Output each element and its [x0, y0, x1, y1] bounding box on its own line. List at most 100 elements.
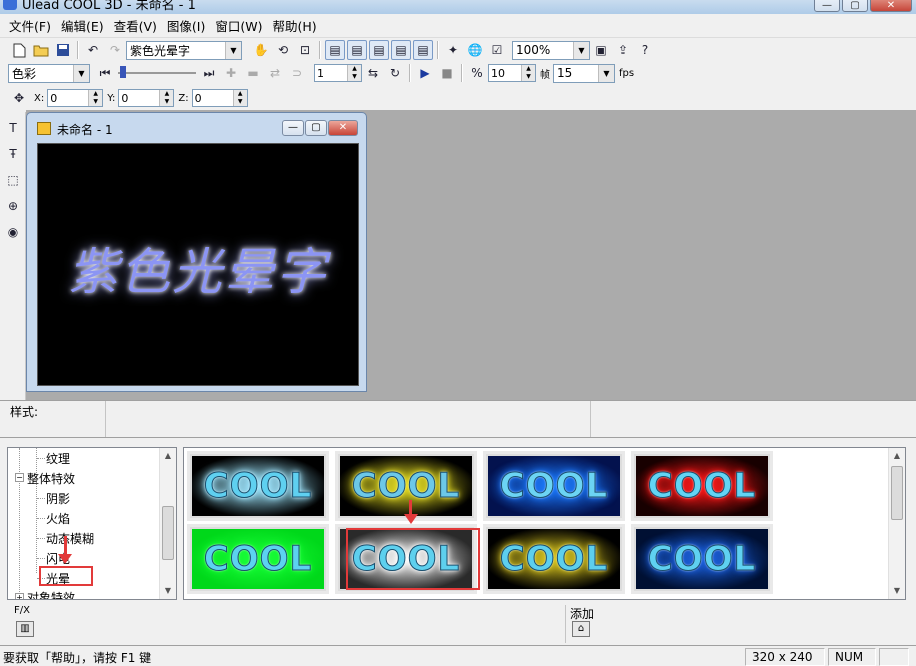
glow-thumb-5[interactable]: COOL: [187, 524, 329, 594]
fps-select[interactable]: 15 ▼: [553, 63, 615, 83]
redo-icon[interactable]: ↷: [105, 40, 125, 60]
align-bottom-icon[interactable]: ▤: [369, 40, 389, 60]
frames-spinner[interactable]: 10 ▲ ▼: [488, 64, 536, 82]
menu-edit[interactable]: 编辑(E): [56, 16, 109, 35]
undo-icon[interactable]: ↶: [83, 40, 103, 60]
glow-thumb-8[interactable]: COOL: [631, 524, 773, 594]
reverse-icon[interactable]: ⇄: [265, 63, 285, 83]
rotate-object-icon[interactable]: ⟲: [273, 40, 293, 60]
scroll-down-icon[interactable]: ▼: [889, 583, 905, 599]
zoom-object-icon[interactable]: ⊕: [3, 196, 23, 216]
fx-toggle-icon[interactable]: ▥: [16, 621, 34, 637]
scroll-up-icon[interactable]: ▲: [160, 448, 176, 464]
close-button[interactable]: ✕: [870, 0, 912, 12]
spin-arrows-icon[interactable]: ▲ ▼: [521, 65, 535, 81]
menu-window[interactable]: 窗口(W): [210, 16, 267, 35]
tree-scrollbar[interactable]: ▲ ▼: [159, 448, 176, 599]
spin-arrows-icon[interactable]: ▲ ▼: [347, 65, 361, 81]
x-value: 0: [50, 91, 58, 105]
tree-item-object-effects[interactable]: 对象特效: [27, 589, 75, 599]
new-file-icon[interactable]: [9, 40, 29, 60]
scroll-down-icon[interactable]: ▼: [160, 583, 176, 599]
y-value: 0: [121, 91, 129, 105]
frame-spinner[interactable]: 1 ▲ ▼: [314, 64, 362, 82]
canvas-glow-text[interactable]: 紫色光晕字: [68, 232, 328, 304]
status-empty: [879, 648, 909, 666]
render-canvas[interactable]: 紫色光晕字: [37, 143, 359, 386]
move-object-icon[interactable]: ✥: [9, 88, 29, 108]
menu-view[interactable]: 查看(V): [109, 16, 162, 35]
maximize-button[interactable]: ▢: [842, 0, 868, 12]
loop-icon[interactable]: ⇆: [363, 63, 383, 83]
frame-percent-icon[interactable]: %: [467, 63, 487, 83]
scrollbar-thumb[interactable]: [162, 506, 174, 560]
first-keyframe-icon[interactable]: ⏮: [95, 63, 115, 83]
collapse-icon[interactable]: −: [15, 473, 24, 482]
expand-icon[interactable]: +: [15, 593, 24, 599]
play-icon[interactable]: ▶: [415, 63, 435, 83]
refresh-icon[interactable]: ↻: [385, 63, 405, 83]
add-keyframe-icon[interactable]: ✚: [221, 63, 241, 83]
slider-thumb[interactable]: [120, 66, 126, 78]
scroll-up-icon[interactable]: ▲: [889, 448, 905, 464]
glow-thumb-1[interactable]: COOL: [187, 451, 329, 521]
animation-toolbar: 色彩 ▼ ⏮ ⏭ ✚ ▬ ⇄ ⊃ 1 ▲ ▼ ⇆ ↻ ▶ ■ % 10 ▲ ▼ 帧 …: [0, 61, 916, 85]
menu-image[interactable]: 图像(I): [162, 16, 210, 35]
spin-arrows-icon[interactable]: ▲ ▼: [159, 90, 174, 106]
remove-keyframe-icon[interactable]: ▬: [243, 63, 263, 83]
y-spinner[interactable]: 0 ▲ ▼: [118, 89, 175, 107]
z-spinner[interactable]: 0 ▲ ▼: [191, 89, 248, 107]
document-window[interactable]: 未命名 - 1 — ▢ ✕ 紫色光晕字: [26, 112, 367, 392]
export-icon[interactable]: ⇪: [613, 40, 633, 60]
doc-close-button[interactable]: ✕: [328, 120, 358, 136]
globe-icon[interactable]: 🌐: [465, 40, 485, 60]
spin-arrows-icon[interactable]: ▲ ▼: [88, 90, 103, 106]
last-keyframe-icon[interactable]: ⏭: [199, 63, 219, 83]
glow-thumb-4[interactable]: COOL: [631, 451, 773, 521]
tree-item-texture[interactable]: 纹理: [46, 450, 70, 467]
next-icon[interactable]: ⊃: [287, 63, 307, 83]
save-icon[interactable]: [53, 40, 73, 60]
resize-object-icon[interactable]: ⊡: [295, 40, 315, 60]
hand-icon[interactable]: ✋: [251, 40, 271, 60]
align-back-icon[interactable]: ▤: [413, 40, 433, 60]
spin-arrows-icon[interactable]: ▲ ▼: [232, 90, 247, 106]
object-manager-icon[interactable]: ◉: [3, 222, 23, 242]
align-top-icon[interactable]: ▤: [325, 40, 345, 60]
open-folder-icon[interactable]: [31, 40, 51, 60]
edit-text-icon[interactable]: Ŧ: [3, 144, 23, 164]
doc-maximize-button[interactable]: ▢: [305, 120, 327, 136]
insert-text-icon[interactable]: T: [3, 118, 23, 138]
tree-branch: [37, 458, 45, 459]
checkbox-icon[interactable]: ☑: [487, 40, 507, 60]
gallery-scrollbar[interactable]: ▲ ▼: [888, 448, 905, 599]
insert-graphic-icon[interactable]: ⬚: [3, 170, 23, 190]
chevron-down-icon: ▼: [73, 64, 89, 82]
stop-icon[interactable]: ■: [437, 63, 457, 83]
light-icon[interactable]: ✦: [443, 40, 463, 60]
x-spinner[interactable]: 0 ▲ ▼: [47, 89, 104, 107]
menu-help[interactable]: 帮助(H): [268, 16, 322, 35]
tree-item-overall-effects[interactable]: 整体特效: [27, 470, 75, 487]
property-select[interactable]: 色彩 ▼: [8, 63, 90, 83]
add-effect-icon[interactable]: ⌂: [572, 621, 590, 637]
glow-thumb-7[interactable]: COOL: [483, 524, 625, 594]
toolbar-separator: [409, 64, 411, 82]
align-front-icon[interactable]: ▤: [391, 40, 411, 60]
tree-item-shadow[interactable]: 阴影: [46, 490, 70, 507]
context-help-icon[interactable]: ?: [635, 40, 655, 60]
scrollbar-thumb[interactable]: [891, 466, 903, 520]
text-object-select[interactable]: 紫色光晕字 ▼: [126, 40, 242, 60]
tree-item-motion-blur[interactable]: 动态模糊: [46, 530, 94, 547]
menu-file[interactable]: 文件(F): [4, 16, 56, 35]
tree-item-fire[interactable]: 火焰: [46, 510, 70, 527]
render-icon[interactable]: ▣: [591, 40, 611, 60]
zoom-select[interactable]: 100% ▼: [512, 40, 590, 60]
glow-thumb-3[interactable]: COOL: [483, 451, 625, 521]
minimize-button[interactable]: —: [814, 0, 840, 12]
document-icon: [37, 122, 51, 135]
glow-thumb-2[interactable]: COOL: [335, 451, 477, 521]
align-middle-icon[interactable]: ▤: [347, 40, 367, 60]
doc-minimize-button[interactable]: —: [282, 120, 304, 136]
timeline-slider[interactable]: [116, 63, 198, 83]
